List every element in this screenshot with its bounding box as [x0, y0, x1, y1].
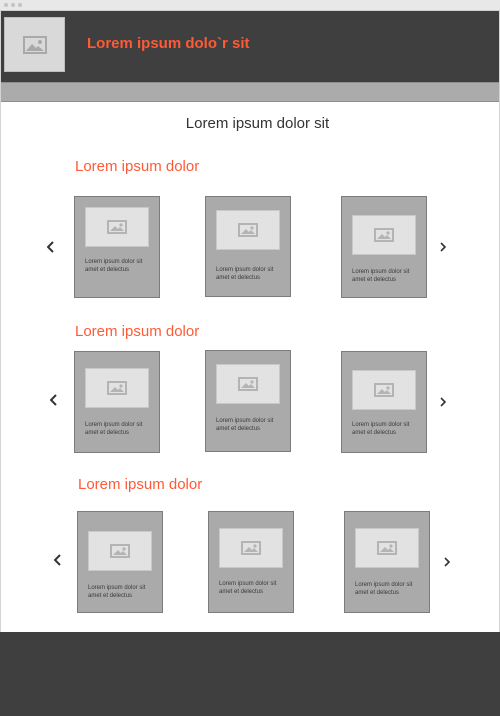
image-icon: [374, 228, 394, 242]
image-icon: [22, 35, 47, 54]
card-caption: Lorem ipsum dolor sit amet et delectus: [352, 269, 410, 283]
card-caption: Lorem ipsum dolor sit amet et delectus: [85, 259, 143, 273]
carousel-card[interactable]: Lorem ipsum dolor sit amet et delectus: [74, 351, 160, 453]
image-icon: [377, 541, 397, 555]
chevron-left-icon: [54, 554, 61, 566]
chevron-left-icon: [47, 241, 54, 253]
chevron-left-icon: [50, 394, 57, 406]
carousel-prev-button[interactable]: [51, 553, 65, 567]
card-thumbnail: [355, 528, 419, 568]
window-dot: [11, 3, 15, 7]
card-caption: Lorem ipsum dolor sit amet et delectus: [216, 418, 274, 432]
card-thumbnail: [85, 207, 149, 247]
carousel-prev-button[interactable]: [47, 393, 61, 407]
image-icon: [110, 544, 130, 558]
carousel-prev-button[interactable]: [44, 240, 58, 254]
page-border-left: [0, 11, 1, 632]
carousel-next-button[interactable]: [436, 395, 450, 409]
card-thumbnail: [85, 368, 149, 408]
carousel-card[interactable]: Lorem ipsum dolor sit amet et delectus: [205, 196, 291, 297]
site-header: Lorem ipsum dolo`r sit: [0, 11, 500, 82]
card-thumbnail: [216, 364, 280, 404]
card-caption: Lorem ipsum dolor sit amet et delectus: [219, 581, 277, 595]
carousel-card[interactable]: Lorem ipsum dolor sit amet et delectus: [74, 196, 160, 298]
card-caption: Lorem ipsum dolor sit amet et delectus: [88, 585, 146, 599]
card-thumbnail: [352, 370, 416, 410]
window-dot: [4, 3, 8, 7]
chevron-right-icon: [439, 242, 446, 252]
card-thumbnail: [216, 210, 280, 250]
window-dot: [18, 3, 22, 7]
carousel-card[interactable]: Lorem ipsum dolor sit amet et delectus: [344, 511, 430, 613]
image-icon: [107, 381, 127, 395]
image-icon: [238, 377, 258, 391]
section-title: Lorem ipsum dolor: [78, 476, 203, 493]
site-title: Lorem ipsum dolo`r sit: [87, 35, 250, 52]
carousel-next-button[interactable]: [436, 240, 450, 254]
window-titlebar: [0, 0, 500, 11]
section-title: Lorem ipsum dolor: [75, 323, 200, 340]
site-footer: [0, 632, 500, 716]
section-title: Lorem ipsum dolor: [75, 158, 200, 175]
carousel-next-button[interactable]: [440, 555, 454, 569]
carousel-card[interactable]: Lorem ipsum dolor sit amet et delectus: [205, 350, 291, 452]
nav-bar[interactable]: [0, 82, 500, 102]
page-title: Lorem ipsum dolor sit: [185, 115, 330, 132]
image-icon: [241, 541, 261, 555]
carousel-card[interactable]: Lorem ipsum dolor sit amet et delectus: [341, 196, 427, 298]
card-thumbnail: [88, 531, 152, 571]
card-thumbnail: [352, 215, 416, 255]
site-logo[interactable]: [4, 17, 65, 72]
image-icon: [238, 223, 258, 237]
carousel-card[interactable]: Lorem ipsum dolor sit amet et delectus: [77, 511, 163, 613]
card-caption: Lorem ipsum dolor sit amet et delectus: [85, 422, 143, 436]
image-icon: [107, 220, 127, 234]
carousel-card[interactable]: Lorem ipsum dolor sit amet et delectus: [341, 351, 427, 453]
chevron-right-icon: [443, 557, 450, 567]
card-caption: Lorem ipsum dolor sit amet et delectus: [216, 267, 274, 281]
card-caption: Lorem ipsum dolor sit amet et delectus: [352, 422, 410, 436]
chevron-right-icon: [439, 397, 446, 407]
card-caption: Lorem ipsum dolor sit amet et delectus: [355, 582, 413, 596]
carousel-card[interactable]: Lorem ipsum dolor sit amet et delectus: [208, 511, 294, 613]
image-icon: [374, 383, 394, 397]
card-thumbnail: [219, 528, 283, 568]
